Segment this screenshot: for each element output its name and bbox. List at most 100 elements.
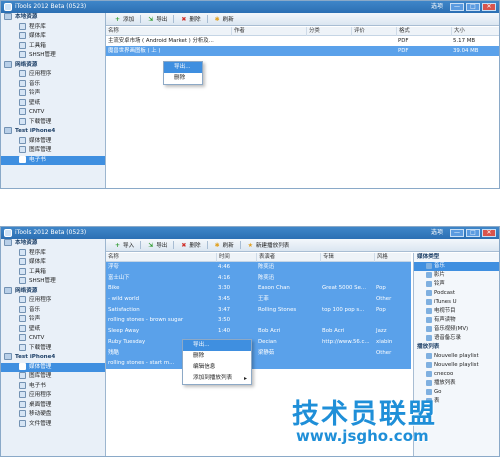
sidebar-item[interactable]: 工具箱 (1, 267, 105, 278)
sidebar-item[interactable]: 音乐 (1, 79, 105, 90)
column-time[interactable]: 时间 (216, 253, 256, 262)
sidebar-item[interactable]: 图库管理 (1, 372, 105, 382)
toolbar-button[interactable]: ✖ 删除 (176, 14, 204, 24)
column-album[interactable]: 专辑 (320, 253, 374, 262)
sidebar-item[interactable]: 媒体管理 (1, 362, 105, 372)
table-body: 浮夸 4:46 陈奕迅 富士山下 4:16 陈奕迅 Bike 3:30 Eason Chan Gr… (106, 262, 411, 369)
sidebar-item[interactable]: 壁纸 (1, 324, 105, 335)
sidebar-item[interactable]: 下载管理 (1, 343, 105, 354)
media-type-item[interactable]: iTunes U (414, 298, 499, 307)
playlist-item[interactable]: 播放列表 (414, 379, 499, 388)
maximize-button[interactable]: □ (466, 3, 480, 11)
sidebar-item[interactable]: 文件管理 (1, 419, 105, 430)
sidebar-item[interactable]: 程序库 (1, 22, 105, 33)
menu-item-add-to-playlist[interactable]: 添加到播放列表 ▸ (183, 373, 251, 384)
table-row[interactable]: 主流安卓市场 ( Android Market ) 分析及... PDF 5.1… (106, 36, 499, 46)
table-row[interactable]: Ruby Tuesday3:16Decianhttp://www.56.c...… (106, 336, 411, 348)
sidebar-item[interactable]: CNTV (1, 108, 105, 118)
close-button[interactable]: ✕ (482, 3, 496, 11)
table-row[interactable]: 富士山下 4:16 陈奕迅 (106, 272, 411, 284)
sidebar-item[interactable]: 铃声 (1, 89, 105, 99)
sidebar-item[interactable]: 工具箱 (1, 41, 105, 52)
toolbar-button[interactable]: ★ 新建播放列表 (243, 240, 294, 250)
toolbar-button[interactable]: ✱ 刷新 (210, 240, 238, 250)
table-row[interactable]: rolling stones - brown sugar 3:50 (106, 315, 411, 327)
media-type-item[interactable]: 电视节目 (414, 307, 499, 316)
menu-item-export[interactable]: 导出... (183, 340, 251, 351)
toolbar-button[interactable]: + 导入 (110, 240, 138, 250)
sidebar-item[interactable]: 铃声 (1, 315, 105, 325)
column-size[interactable]: 大小 (451, 27, 499, 36)
sidebar-item[interactable]: SHSH管理 (1, 51, 105, 61)
table-row[interactable]: - wild world 3:45 王菲 Other (106, 294, 411, 305)
media-type-item[interactable]: 铃声 (414, 280, 499, 289)
column-genre[interactable]: 风格 (374, 253, 413, 262)
sidebar-item[interactable]: 媒体管理 (1, 136, 105, 147)
sidebar-item[interactable]: 网络资源 (1, 60, 105, 71)
menu-item-delete[interactable]: 删除 (164, 73, 202, 84)
sidebar-item[interactable]: 应用程序 (1, 70, 105, 80)
sidebar-item[interactable]: Test iPhone4 (1, 127, 105, 137)
sidebar-item[interactable]: 本地资源 (1, 239, 105, 249)
media-type-item[interactable]: 有声读物 (414, 316, 499, 325)
maximize-button[interactable]: □ (466, 229, 480, 237)
options-menu[interactable]: 选项 (431, 1, 443, 13)
playlist-item[interactable]: cnecoo (414, 370, 499, 379)
options-menu[interactable]: 选项 (431, 227, 443, 239)
table-row[interactable]: Satisfaction 3:47 Rolling Stones top 100 po… (106, 304, 411, 316)
sidebar-item[interactable]: 桌面管理 (1, 400, 105, 411)
table-row[interactable]: 浮夸 4:46 陈奕迅 (106, 262, 411, 273)
table-row[interactable]: 残酷 梁静茹 Other (106, 347, 411, 359)
sidebar-item[interactable]: CNTV (1, 334, 105, 344)
menu-item-delete[interactable]: 删除 (183, 351, 251, 362)
sidebar-item[interactable]: 媒体库 (1, 32, 105, 42)
minimize-button[interactable]: — (450, 3, 464, 11)
media-type-item[interactable]: 音乐 (414, 262, 499, 271)
column-name[interactable]: 名称 (106, 27, 231, 36)
sidebar-item[interactable]: 程序库 (1, 248, 105, 259)
column-format[interactable]: 格式 (396, 27, 451, 36)
playlist-item[interactable]: Nouvelle playlist (414, 361, 499, 370)
menu-item-export[interactable]: 导出... (164, 62, 202, 73)
sidebar-item[interactable]: 移动硬盘 (1, 410, 105, 420)
table-row[interactable]: rolling stones - start m... (106, 358, 411, 369)
toolbar-button[interactable]: + 添加 (110, 14, 138, 24)
sidebar-item[interactable]: 图库管理 (1, 146, 105, 156)
toolbar-button[interactable]: ✖ 删除 (176, 240, 204, 250)
ringtone-icon (19, 89, 26, 96)
sidebar-item[interactable]: 网络资源 (1, 286, 105, 297)
media-type-item[interactable]: Podcast (414, 289, 499, 298)
sidebar-item[interactable]: 应用程序 (1, 296, 105, 306)
sidebar-item[interactable]: 媒体库 (1, 258, 105, 268)
minimize-button[interactable]: — (450, 229, 464, 237)
column-author[interactable]: 作者 (231, 27, 306, 36)
media-type-item[interactable]: 影片 (414, 271, 499, 280)
column-rating[interactable]: 评价 (351, 27, 396, 36)
close-button[interactable]: ✕ (482, 229, 496, 237)
column-artist[interactable]: 表演者 (256, 253, 320, 262)
sidebar-item[interactable]: 电子书 (1, 381, 105, 392)
column-name[interactable]: 名称 (106, 253, 216, 262)
toolbar-button[interactable]: ⇲ 导出 (143, 240, 171, 250)
sidebar-item[interactable]: 电子书 (1, 155, 105, 165)
sidebar-item[interactable]: 本地资源 (1, 13, 105, 23)
toolbar-button[interactable]: ⇲ 导出 (143, 14, 171, 24)
sidebar-item[interactable]: 下载管理 (1, 117, 105, 128)
table-row[interactable]: Bike 3:30 Eason Chan Great 5000 Se... Pop (106, 283, 411, 295)
sidebar-item[interactable]: 壁纸 (1, 98, 105, 109)
sidebar-item[interactable]: 音乐 (1, 305, 105, 316)
playlist-item[interactable]: Nouvelle playlist (414, 352, 499, 361)
sidebar-item-label: SHSH管理 (29, 278, 56, 284)
apps-icon (19, 391, 26, 398)
sidebar-item[interactable]: Test iPhone4 (1, 353, 105, 363)
sidebar-item[interactable]: 应用程序 (1, 391, 105, 401)
column-category[interactable]: 分类 (306, 27, 351, 36)
table-row-selected[interactable]: 魔兽世界画图板 ( 上 ) PDF 39.04 MB (106, 46, 499, 56)
toolbar-button[interactable]: ✱ 刷新 (210, 14, 238, 24)
menu-item-edit-info[interactable]: 编辑信息 (183, 362, 251, 373)
media-type-item[interactable]: 语音备忘录 (414, 334, 499, 343)
table-row[interactable]: Sleep Away 1:40 Bob Acri Bob Acri Jazz (106, 326, 411, 337)
sidebar-item[interactable]: SHSH管理 (1, 277, 105, 287)
media-type-item[interactable]: 音乐视频(MV) (414, 325, 499, 334)
media-type-item-label: 有声读物 (434, 317, 456, 323)
